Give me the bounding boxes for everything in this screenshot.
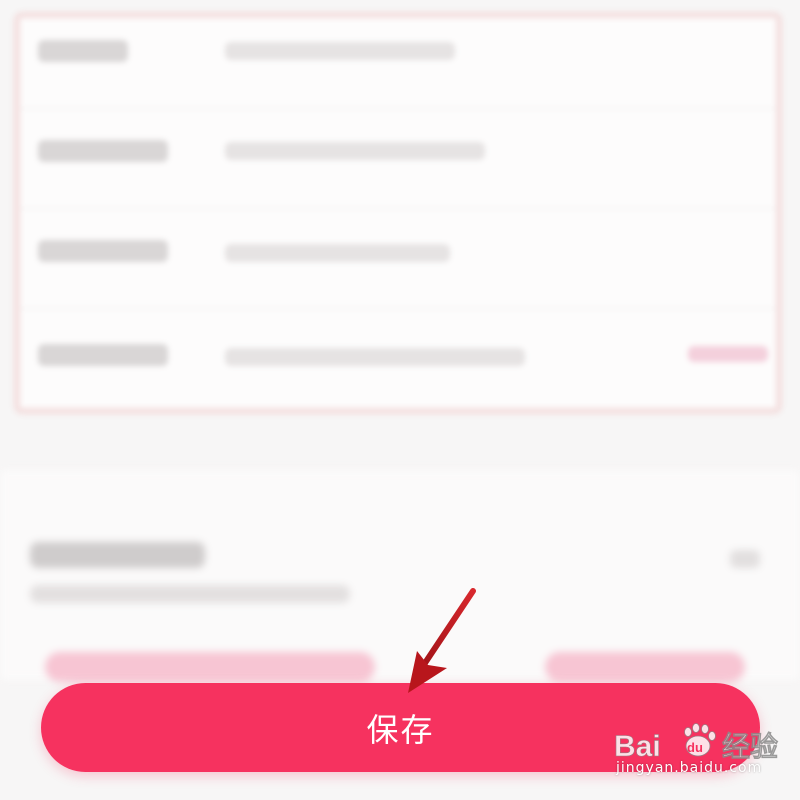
save-button-label: 保存 — [366, 710, 435, 749]
chevron-right-icon[interactable] — [730, 550, 760, 568]
field-label-placeholder — [38, 344, 168, 366]
field-label-placeholder — [38, 240, 168, 262]
baidu-paw-icon: du — [684, 723, 716, 757]
field-label-placeholder — [38, 40, 128, 62]
field-value-placeholder — [225, 42, 455, 60]
secondary-button-placeholder[interactable] — [545, 652, 745, 682]
svg-text:du: du — [687, 740, 703, 755]
form-card — [14, 12, 782, 414]
field-value-placeholder[interactable] — [225, 244, 450, 262]
svg-text:Bai: Bai — [614, 730, 661, 763]
row-divider — [20, 108, 776, 109]
arrow-icon — [408, 588, 476, 693]
section-subtitle-placeholder — [30, 585, 350, 603]
baidu-watermark: Bai du 经验 — [614, 723, 778, 763]
row-divider — [20, 208, 776, 209]
field-value-placeholder[interactable] — [225, 142, 485, 160]
section-title-placeholder — [30, 542, 205, 568]
svg-text:经验: 经验 — [722, 730, 778, 763]
secondary-button-placeholder[interactable] — [45, 652, 375, 682]
field-action-placeholder[interactable] — [688, 346, 768, 362]
watermark-url: jingyan.baidu.com — [616, 760, 763, 776]
field-label-placeholder — [38, 140, 168, 162]
field-value-placeholder[interactable] — [225, 348, 525, 366]
row-divider — [20, 308, 776, 309]
